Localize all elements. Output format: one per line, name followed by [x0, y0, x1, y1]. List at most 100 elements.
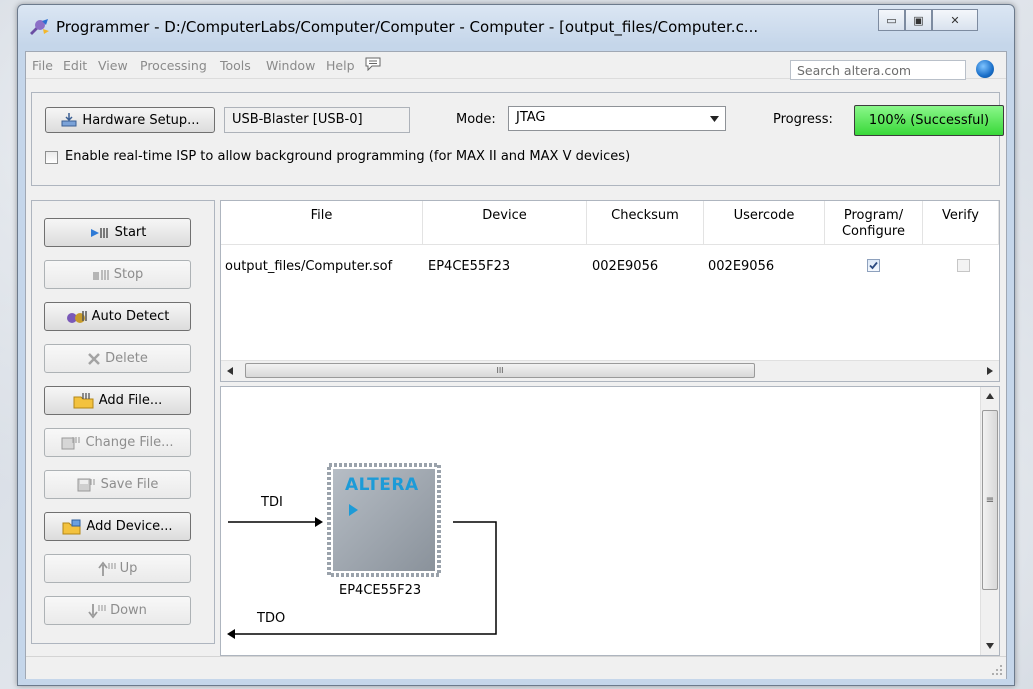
- menu-help[interactable]: Help: [326, 58, 355, 73]
- menu-processing[interactable]: Processing: [140, 58, 207, 73]
- verify-checkbox[interactable]: [957, 259, 970, 272]
- scroll-grip: III: [496, 366, 504, 375]
- row-device: EP4CE55F23: [428, 259, 511, 274]
- minimize-icon: ▭: [886, 13, 897, 27]
- change-file-label: Change File...: [85, 435, 174, 450]
- programmer-app-icon: [30, 19, 49, 35]
- menu-view[interactable]: View: [98, 58, 128, 73]
- hardware-panel: Hardware Setup... USB-Blaster [USB-0] Mo…: [31, 92, 1004, 186]
- row-checksum: 002E9056: [592, 259, 659, 274]
- hardware-setup-button[interactable]: Hardware Setup...: [45, 107, 215, 133]
- add-file-label: Add File...: [98, 393, 163, 408]
- mode-label: Mode:: [456, 112, 496, 127]
- up-button[interactable]: Up: [44, 554, 191, 583]
- down-label: Down: [110, 603, 147, 618]
- vertical-scrollbar[interactable]: ≡: [980, 387, 999, 655]
- stop-icon: [92, 269, 109, 280]
- column-header-file[interactable]: File: [221, 201, 423, 245]
- hardware-device-field: USB-Blaster [USB-0]: [224, 107, 410, 133]
- status-bar: [26, 656, 1006, 679]
- save-file-button[interactable]: Save File: [44, 470, 191, 499]
- menu-edit[interactable]: Edit: [63, 58, 87, 73]
- down-button[interactable]: Down: [44, 596, 191, 625]
- chip-device-name: EP4CE55F23: [339, 583, 422, 598]
- up-label: Up: [119, 561, 138, 576]
- program-configure-checkbox[interactable]: [867, 259, 880, 272]
- column-header-usercode[interactable]: Usercode: [704, 201, 825, 245]
- hardware-setup-label: Hardware Setup...: [82, 112, 200, 128]
- client-area: File Edit View Processing Tools Window H…: [25, 51, 1007, 679]
- progress-label: Progress:: [773, 112, 833, 127]
- add-device-icon: [62, 519, 81, 534]
- scroll-left-icon[interactable]: [227, 367, 233, 375]
- start-label: Start: [114, 225, 147, 240]
- maximize-icon: ▣: [913, 13, 924, 27]
- action-panel: Start Stop Auto Detect Delete Add File..…: [31, 200, 215, 644]
- minimize-button[interactable]: ▭: [878, 9, 905, 31]
- change-file-icon: [61, 436, 81, 449]
- column-header-device[interactable]: Device: [423, 201, 587, 245]
- start-icon: [90, 227, 108, 238]
- feedback-icon[interactable]: [365, 57, 381, 71]
- stop-label: Stop: [113, 267, 144, 282]
- progress-value: 100% (Successful): [868, 113, 990, 128]
- file-table: File Device Checksum Usercode Program/ C…: [220, 200, 1000, 382]
- scroll-right-icon[interactable]: [987, 367, 993, 375]
- auto-detect-button[interactable]: Auto Detect: [44, 302, 191, 331]
- add-file-button[interactable]: Add File...: [44, 386, 191, 415]
- delete-button[interactable]: Delete: [44, 344, 191, 373]
- title-bar[interactable]: Programmer - D:/ComputerLabs/Computer/Co…: [18, 5, 1014, 51]
- save-file-label: Save File: [100, 477, 159, 492]
- delete-icon: [88, 352, 101, 365]
- down-arrow-icon: [88, 603, 106, 618]
- stop-button[interactable]: Stop: [44, 260, 191, 289]
- hardware-setup-icon: [61, 113, 77, 127]
- menu-window[interactable]: Window: [266, 58, 315, 73]
- row-usercode: 002E9056: [708, 259, 775, 274]
- tdi-line: [228, 517, 323, 527]
- column-header-checksum[interactable]: Checksum: [587, 201, 704, 245]
- scroll-grip-vertical: ≡: [985, 494, 995, 506]
- close-icon: ✕: [950, 13, 960, 27]
- add-device-label: Add Device...: [86, 519, 173, 534]
- vertical-scroll-thumb[interactable]: ≡: [982, 410, 998, 590]
- auto-detect-label: Auto Detect: [91, 309, 170, 324]
- tdi-label: TDI: [261, 495, 283, 510]
- isp-checkbox-label: Enable real-time ISP to allow background…: [65, 149, 631, 164]
- scroll-up-icon[interactable]: [986, 393, 994, 399]
- up-arrow-icon: [97, 561, 116, 576]
- close-button[interactable]: ✕: [932, 9, 978, 31]
- column-header-program-configure[interactable]: Program/ Configure: [825, 201, 923, 245]
- scroll-down-icon[interactable]: [986, 643, 994, 649]
- horizontal-scrollbar[interactable]: III: [221, 360, 999, 381]
- change-file-button[interactable]: Change File...: [44, 428, 191, 457]
- programmer-window: Programmer - D:/ComputerLabs/Computer/Co…: [17, 4, 1015, 686]
- globe-icon[interactable]: [976, 60, 994, 78]
- add-file-icon: [73, 392, 94, 408]
- maximize-button[interactable]: ▣: [905, 9, 932, 31]
- jtag-chain-panel: ALTERA TDI TDO EP4CE55F23 ≡: [220, 386, 1000, 656]
- save-file-icon: [77, 478, 95, 491]
- isp-checkbox[interactable]: [45, 151, 58, 164]
- add-device-button[interactable]: Add Device...: [44, 512, 191, 541]
- menu-bar: File Edit View Processing Tools Window H…: [26, 52, 1006, 80]
- jtag-chain-diagram: [227, 463, 497, 639]
- altera-logo: ALTERA: [345, 475, 419, 495]
- auto-detect-icon: [66, 310, 87, 323]
- menu-file[interactable]: File: [32, 58, 53, 73]
- chevron-down-icon: [710, 116, 719, 122]
- checkmark-icon: [869, 261, 878, 270]
- search-input[interactable]: Search altera.com: [790, 60, 966, 80]
- menu-tools[interactable]: Tools: [220, 58, 251, 73]
- row-file: output_files/Computer.sof: [225, 259, 393, 274]
- column-header-verify[interactable]: Verify: [923, 201, 999, 245]
- start-button[interactable]: Start: [44, 218, 191, 247]
- progress-bar: 100% (Successful): [854, 105, 1004, 136]
- window-title: Programmer - D:/ComputerLabs/Computer/Co…: [56, 18, 759, 36]
- tdo-label: TDO: [257, 611, 286, 626]
- resize-grip-icon[interactable]: [991, 664, 1003, 676]
- mode-select[interactable]: JTAG: [508, 106, 726, 131]
- horizontal-scroll-thumb[interactable]: III: [245, 363, 755, 378]
- mode-select-value: JTAG: [516, 110, 546, 125]
- delete-label: Delete: [105, 351, 148, 366]
